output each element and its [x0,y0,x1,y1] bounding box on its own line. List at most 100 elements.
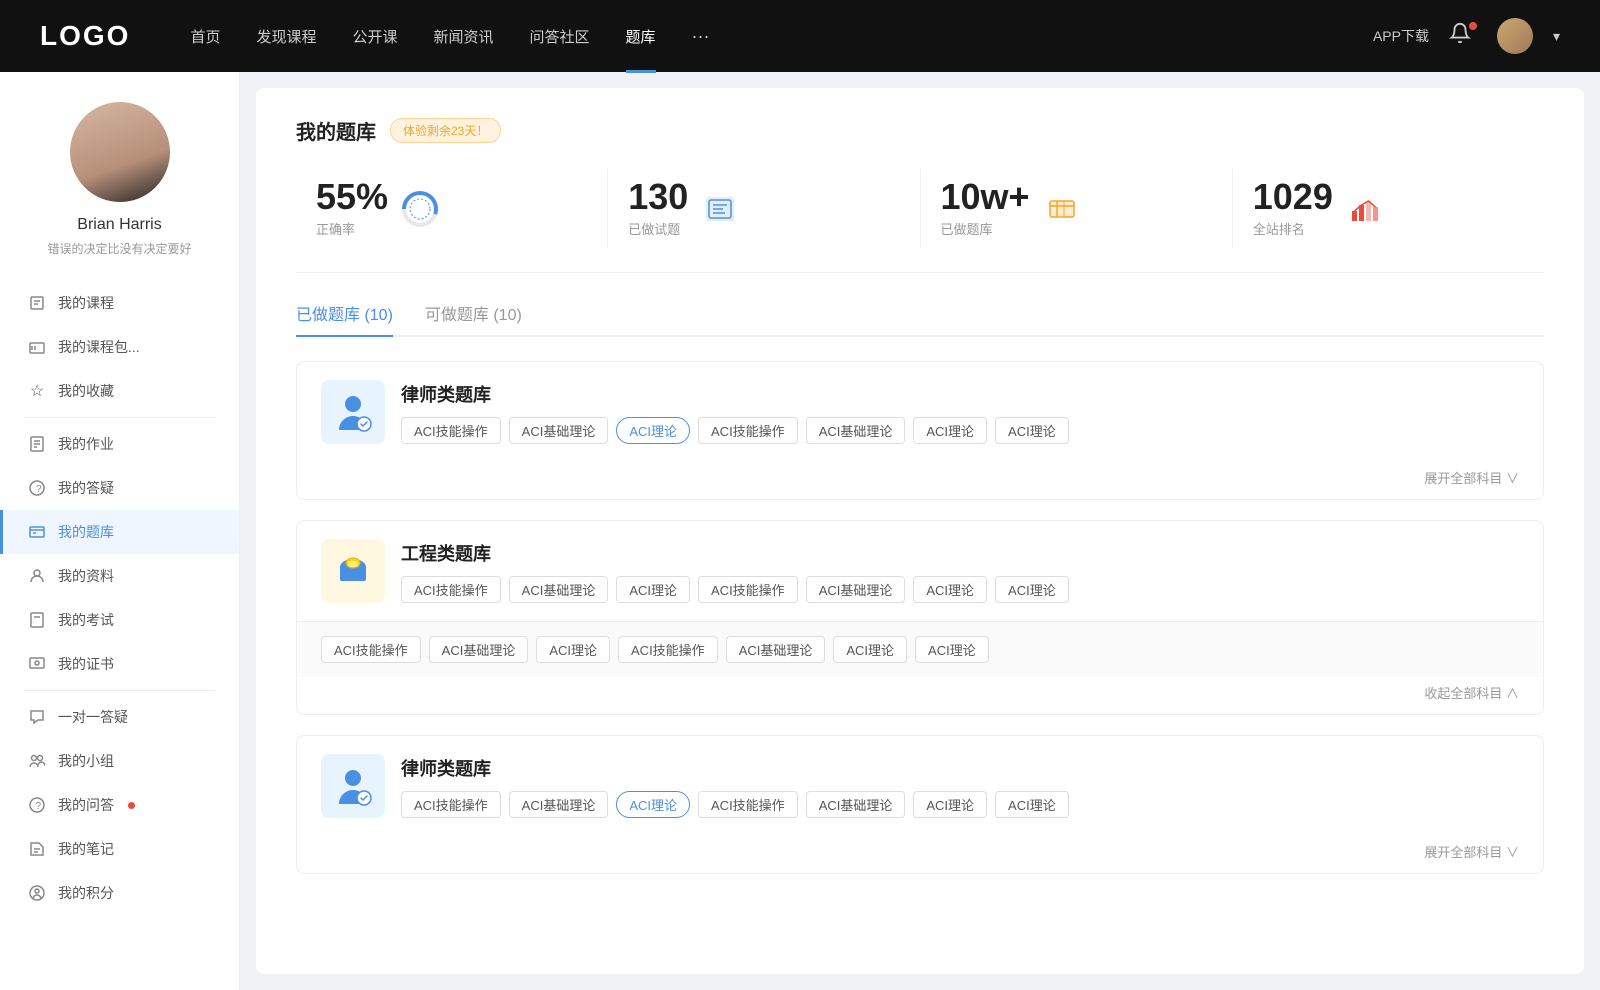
tag[interactable]: ACI技能操作 [618,636,718,663]
tag[interactable]: ACI基础理论 [806,791,906,818]
tag[interactable]: ACI基础理论 [726,636,826,663]
tag[interactable]: ACI理论 [536,636,610,663]
tag[interactable]: ACI技能操作 [698,417,798,444]
tag[interactable]: ACI技能操作 [698,576,798,603]
tag[interactable]: ACI理论 [995,791,1069,818]
sidebar-avatar [70,102,170,202]
nav-home[interactable]: 首页 [190,26,220,47]
accuracy-icon [400,189,440,229]
tag[interactable]: ACI理论 [913,417,987,444]
stat-accuracy: 55% 正确率 [296,169,608,248]
tag[interactable]: ACI技能操作 [401,417,501,444]
stat-value-accuracy: 55% [316,179,388,215]
tag[interactable]: ACI技能操作 [401,576,501,603]
app-download-btn[interactable]: APP下载 [1373,26,1429,46]
sidebar-label: 我的考试 [58,610,114,630]
tag[interactable]: ACI基础理论 [509,576,609,603]
main-layout: Brian Harris 错误的决定比没有决定要好 我的课程 我的课程包... [0,72,1600,990]
logo: LOGO [40,20,130,52]
tag[interactable]: ACI技能操作 [401,791,501,818]
navbar: LOGO 首页 发现课程 公开课 新闻资讯 问答社区 题库 ··· APP下载 … [0,0,1600,72]
bank-card-engineer: 工程类题库 ACI技能操作 ACI基础理论 ACI理论 ACI技能操作 ACI基… [296,520,1544,715]
lawyer-icon-2 [321,754,385,818]
tag[interactable]: ACI技能操作 [698,791,798,818]
sidebar-item-cert[interactable]: 我的证书 [0,642,239,686]
stats-row: 55% 正确率 130 已做试题 [296,169,1544,273]
bank-title-engineer: 工程类题库 [401,540,1519,566]
tag[interactable]: ACI理论 [995,417,1069,444]
sidebar-item-qa[interactable]: ? 我的答疑 [0,466,239,510]
sidebar-item-package[interactable]: 我的课程包... [0,325,239,369]
tag[interactable]: ACI基础理论 [429,636,529,663]
sidebar-label: 我的作业 [58,434,114,454]
done-icon [700,189,740,229]
sidebar-item-collect[interactable]: ☆ 我的收藏 [0,369,239,413]
stat-value-banks: 10w+ [941,179,1030,215]
sidebar-item-course[interactable]: 我的课程 [0,281,239,325]
sidebar-label: 我的课程 [58,293,114,313]
expand-btn-2[interactable]: 展开全部科目 ∨ [297,836,1543,873]
tag[interactable]: ACI理论 [616,576,690,603]
tab-done[interactable]: 已做题库 (10) [296,301,393,335]
sidebar-item-group[interactable]: 我的小组 [0,739,239,783]
nav-news[interactable]: 新闻资讯 [434,26,494,47]
tag[interactable]: ACI基础理论 [509,791,609,818]
sidebar-label: 我的证书 [58,654,114,674]
page-header: 我的题库 体验剩余23天！ [296,116,1544,145]
notification-dot [1469,22,1477,30]
tag[interactable]: ACI理论 [995,576,1069,603]
tag[interactable]: ACI技能操作 [321,636,421,663]
svg-text:?: ? [36,484,42,495]
tag[interactable]: ACI理论 [913,791,987,818]
nav-discover[interactable]: 发现课程 [256,26,316,47]
sidebar-item-bank[interactable]: 我的题库 [0,510,239,554]
sidebar-item-notes[interactable]: 我的笔记 [0,827,239,871]
stat-done: 130 已做试题 [608,169,920,248]
nav-open[interactable]: 公开课 [352,26,397,47]
page-title: 我的题库 [296,116,376,145]
sidebar-label: 我的积分 [58,883,114,903]
sidebar-item-1on1[interactable]: 一对一答疑 [0,695,239,739]
stat-label-accuracy: 正确率 [316,219,388,238]
sidebar-item-homework[interactable]: 我的作业 [0,422,239,466]
nav-exam[interactable]: 题库 [626,26,656,47]
sidebar-item-myqa[interactable]: ? 我的问答 [0,783,239,827]
tag-highlighted[interactable]: ACI理论 [616,791,690,818]
stat-label-banks: 已做题库 [941,219,1030,238]
tab-available[interactable]: 可做题库 (10) [425,301,522,335]
user-avatar[interactable] [1497,18,1533,54]
myqa-dot [128,802,135,809]
chat-icon [28,708,46,726]
sidebar-label: 我的题库 [58,522,114,542]
tag[interactable]: ACI基础理论 [806,417,906,444]
avatar-dropdown-icon[interactable]: ▾ [1553,28,1560,45]
notification-bell[interactable] [1449,22,1477,50]
nav-more[interactable]: ··· [692,26,710,47]
tag[interactable]: ACI理论 [915,636,989,663]
collapse-btn-engineer[interactable]: 收起全部科目 ∧ [297,677,1543,714]
bank-card-header: 律师类题库 ACI技能操作 ACI基础理论 ACI理论 ACI技能操作 ACI基… [297,736,1543,836]
sidebar-item-profile[interactable]: 我的资料 [0,554,239,598]
tag[interactable]: ACI基础理论 [806,576,906,603]
sidebar-label: 我的课程包... [58,337,140,357]
expand-btn-1[interactable]: 展开全部科目 ∨ [297,462,1543,499]
bank-card-lawyer-1: 律师类题库 ACI技能操作 ACI基础理论 ACI理论 ACI技能操作 ACI基… [296,361,1544,500]
tag[interactable]: ACI理论 [833,636,907,663]
engineer-icon [321,539,385,603]
tag-highlighted[interactable]: ACI理论 [616,417,690,444]
sidebar-item-exam[interactable]: 我的考试 [0,598,239,642]
bank-title-lawyer-1: 律师类题库 [401,381,1519,407]
tag[interactable]: ACI理论 [913,576,987,603]
group-icon [28,752,46,770]
stat-label-rank: 全站排名 [1253,219,1333,238]
sidebar-item-points[interactable]: 我的积分 [0,871,239,915]
bank-card-lawyer-2: 律师类题库 ACI技能操作 ACI基础理论 ACI理论 ACI技能操作 ACI基… [296,735,1544,874]
sidebar-label: 我的小组 [58,751,114,771]
main-content: 我的题库 体验剩余23天！ 55% 正确率 [256,88,1584,974]
bank-tags: ACI技能操作 ACI基础理论 ACI理论 ACI技能操作 ACI基础理论 AC… [401,791,1519,818]
nav-qa[interactable]: 问答社区 [530,26,590,47]
banks-icon [1042,189,1082,229]
star-icon: ☆ [28,382,46,400]
tag[interactable]: ACI基础理论 [509,417,609,444]
lawyer-icon [321,380,385,444]
